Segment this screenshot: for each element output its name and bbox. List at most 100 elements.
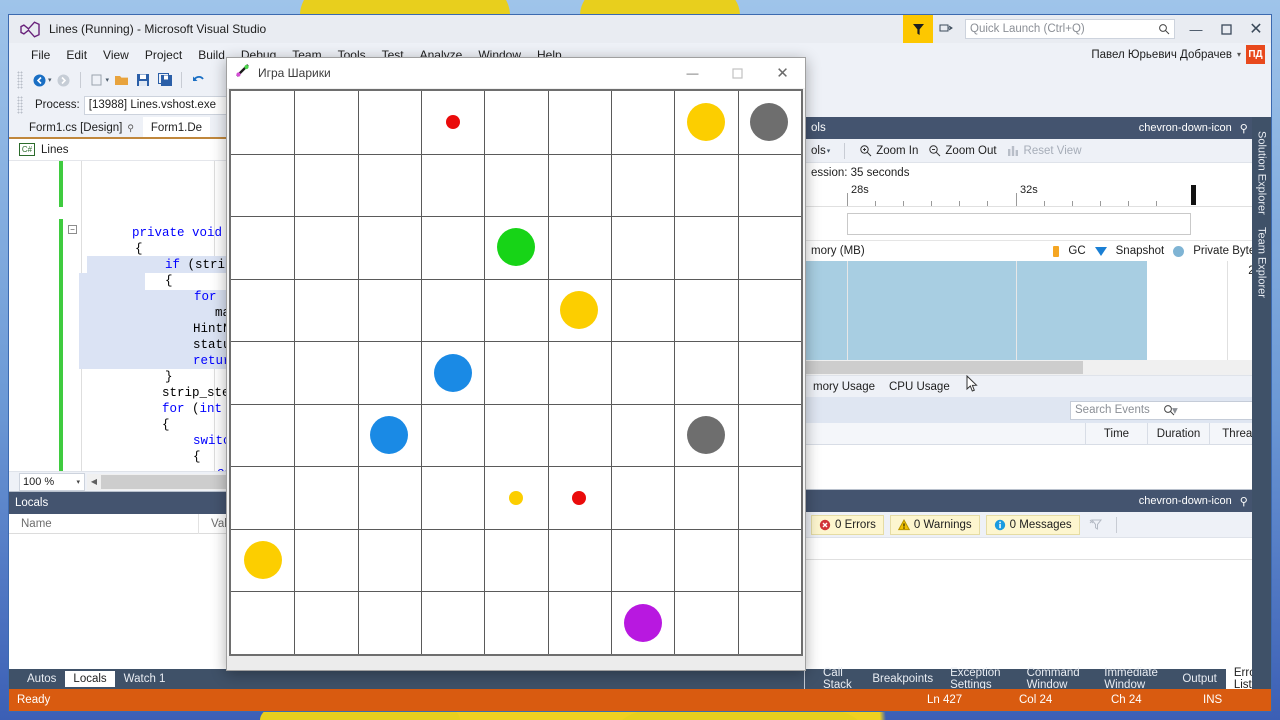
game-window: Игра Шарики — ✕ [226, 57, 806, 671]
scrollbar-thumb[interactable] [805, 361, 1083, 374]
undo-icon[interactable] [188, 70, 208, 90]
select-tools-menu[interactable]: ols ▾ [811, 145, 830, 157]
game-ball[interactable] [497, 228, 535, 266]
event-span[interactable] [847, 213, 1191, 235]
back-arrow-icon[interactable] [29, 70, 49, 90]
game-ball[interactable] [572, 491, 586, 505]
column-header-name[interactable]: Name [9, 513, 199, 534]
warnings-filter-button[interactable]: 0 Warnings [889, 514, 980, 535]
errors-filter-button[interactable]: 0 Errors [811, 514, 884, 535]
tab-immediate-window[interactable]: Immediate Window [1096, 665, 1173, 689]
error-list-toolbar: 0 Errors 0 Warnings 0 Messages [805, 512, 1271, 538]
game-ball[interactable] [750, 103, 788, 141]
chevron-down-icon[interactable]: ▾ [106, 76, 110, 84]
open-file-icon[interactable] [111, 70, 131, 90]
dock-tab-team-explorer[interactable]: Team Explorer [1254, 221, 1270, 304]
events-rows[interactable] [805, 445, 1271, 489]
chevron-down-icon[interactable]: chevron-down-icon [1139, 495, 1232, 507]
chevron-down-icon[interactable]: ▾ [1172, 403, 1260, 417]
zoom-level-selector[interactable]: 100 % [19, 472, 85, 491]
menu-item-file[interactable]: File [23, 45, 58, 65]
pin-icon[interactable]: ⚲ [1240, 495, 1248, 508]
tab-call-stack[interactable]: Call Stack [815, 665, 863, 689]
search-events-input[interactable]: Search Events ▾ [1070, 400, 1265, 420]
save-all-icon[interactable] [155, 70, 175, 90]
save-icon[interactable] [133, 70, 153, 90]
game-maximize-button[interactable] [715, 58, 760, 88]
new-project-icon[interactable] [87, 70, 107, 90]
code-line: { [193, 450, 201, 464]
ruler-tick [1128, 201, 1129, 206]
memory-horizontal-scrollbar[interactable]: ▶ [805, 360, 1271, 375]
send-feedback-icon[interactable] [933, 15, 959, 43]
quick-launch-input[interactable]: Quick Launch (Ctrl+Q) [965, 19, 1175, 39]
error-list-search[interactable]: ▾ [805, 538, 1271, 560]
grid-line-vertical [738, 91, 739, 654]
chevron-down-icon[interactable]: chevron-down-icon [1139, 122, 1232, 134]
tab-autos[interactable]: Autos [19, 671, 64, 687]
tab-output[interactable]: Output [1174, 671, 1225, 687]
legend-label-snapshot: Snapshot [1115, 245, 1165, 257]
grid-line-vertical [611, 91, 612, 654]
error-list-header: chevron-down-icon ⚲ ✕ [805, 490, 1271, 512]
menu-item-view[interactable]: View [95, 45, 137, 65]
reset-view-button: Reset View [1007, 144, 1082, 157]
game-ball[interactable] [687, 103, 725, 141]
column-header-time[interactable]: Time [1085, 422, 1147, 445]
forward-arrow-icon [54, 70, 74, 90]
timeline-playhead[interactable] [1191, 185, 1196, 205]
ruler-tick [847, 193, 848, 206]
toolbar-separator [1115, 516, 1117, 533]
game-ball[interactable] [434, 354, 472, 392]
grid-line-vertical [358, 91, 359, 654]
toolbar-grip[interactable] [17, 96, 23, 114]
tab-locals[interactable]: Locals [65, 671, 115, 687]
game-close-button[interactable]: ✕ [760, 58, 805, 88]
tab-memory-usage[interactable]: mory Usage [813, 381, 875, 393]
account-name: Павел Юрьевич Добрачев [1091, 48, 1232, 61]
toolbar-grip[interactable] [17, 71, 23, 89]
game-balls-icon [235, 63, 251, 83]
game-ball[interactable] [446, 115, 460, 129]
tab-form1-design[interactable]: Form1.cs [Design] ⚲ [21, 117, 142, 137]
game-ball[interactable] [687, 416, 725, 454]
code-line: { [162, 418, 170, 432]
events-lane[interactable] [805, 207, 1271, 241]
pin-icon[interactable]: ⚲ [1240, 122, 1248, 135]
tab-command-window[interactable]: Command Window [1019, 665, 1096, 689]
game-board[interactable] [229, 89, 803, 656]
dock-tab-solution-explorer[interactable]: Solution Explorer [1254, 125, 1270, 221]
chevron-down-icon[interactable]: ▾ [48, 76, 52, 84]
menu-item-project[interactable]: Project [137, 45, 190, 65]
zoom-out-button[interactable]: Zoom Out [928, 144, 997, 157]
pin-icon[interactable]: ⚲ [127, 123, 134, 134]
messages-filter-button[interactable]: 0 Messages [985, 514, 1080, 535]
window-close-button[interactable]: ✕ [1241, 15, 1271, 43]
tab-watch-1[interactable]: Watch 1 [116, 671, 174, 687]
tab-cpu-usage[interactable]: CPU Usage [889, 381, 950, 393]
notification-funnel-icon[interactable] [903, 15, 933, 43]
diagnostic-tools-panel: ols chevron-down-icon ⚲ ✕ ols ▾ [805, 117, 1271, 489]
session-duration: ession: 35 seconds [805, 163, 1271, 183]
game-ball[interactable] [560, 291, 598, 329]
menu-item-edit[interactable]: Edit [58, 45, 95, 65]
tab-form1-designer-cs[interactable]: Form1.De [142, 117, 211, 137]
window-minimize-button[interactable]: — [1181, 15, 1211, 43]
tab-exception-settings[interactable]: Exception Settings [942, 665, 1018, 689]
zoom-in-button[interactable]: Zoom In [859, 144, 918, 157]
navigation-bar-type[interactable]: Lines [41, 144, 69, 156]
game-ball[interactable] [370, 416, 408, 454]
tab-breakpoints[interactable]: Breakpoints [864, 671, 941, 687]
column-header-duration[interactable]: Duration [1147, 422, 1209, 445]
grid-line-vertical [548, 91, 549, 654]
game-minimize-button[interactable]: — [670, 58, 715, 88]
memory-chart[interactable]: 26 ⌄ [805, 261, 1271, 360]
window-maximize-button[interactable] [1211, 15, 1241, 43]
scroll-left-icon[interactable]: ◀ [87, 477, 101, 486]
account-menu[interactable]: Павел Юрьевич Добрачев ▾ ПД [1091, 45, 1265, 64]
error-icon [819, 519, 831, 530]
game-ball[interactable] [244, 541, 282, 579]
game-ball[interactable] [624, 604, 662, 642]
error-list-rows[interactable] [805, 560, 1271, 669]
game-ball[interactable] [509, 491, 523, 505]
